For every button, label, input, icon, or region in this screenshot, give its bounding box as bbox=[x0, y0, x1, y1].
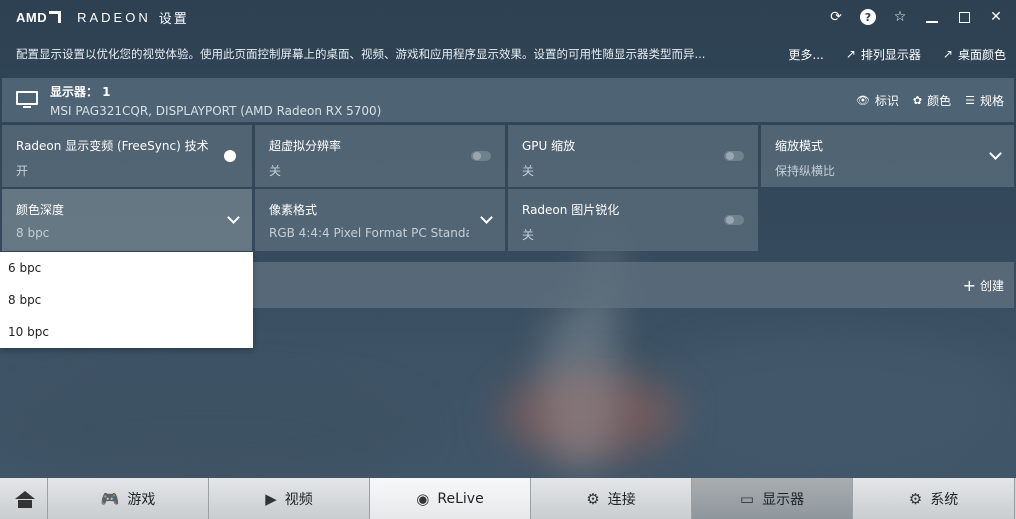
tile-title: 像素格式 bbox=[269, 203, 318, 217]
amd-arrow-icon bbox=[49, 11, 62, 23]
nav-label: 连接 bbox=[607, 491, 636, 508]
freesync-toggle[interactable] bbox=[218, 150, 238, 162]
vsr-toggle[interactable] bbox=[471, 151, 491, 161]
specs-label: 规格 bbox=[979, 93, 1004, 108]
monitor-icon: ▭ bbox=[739, 489, 755, 508]
specs-button[interactable]: ☰ 规格 bbox=[965, 92, 1004, 109]
nav-label: 系统 bbox=[930, 491, 959, 508]
nav-system[interactable]: ⚙ 系统 bbox=[853, 478, 1015, 519]
home-icon bbox=[15, 490, 35, 508]
tile-title: 颜色深度 bbox=[16, 203, 65, 217]
color-depth-dropdown: 6 bpc 8 bpc 10 bpc bbox=[0, 252, 253, 348]
image-sharpening-tile[interactable]: Radeon 图片锐化 关 bbox=[508, 189, 758, 251]
virtual-super-resolution-tile[interactable]: 超虚拟分辨率 关 bbox=[255, 125, 505, 187]
create-button[interactable]: + 创建 bbox=[963, 276, 1004, 295]
nav-relive[interactable]: ◉ ReLive bbox=[370, 478, 531, 519]
dropdown-option[interactable]: 10 bpc bbox=[0, 316, 253, 348]
tile-value: 关 bbox=[522, 228, 535, 242]
identify-label: 标识 bbox=[874, 93, 899, 108]
page-description: 配置显示设置以优化您的视觉体验。使用此页面控制屏幕上的桌面、视频、游戏和应用程序… bbox=[16, 47, 706, 61]
help-icon[interactable]: ? bbox=[860, 9, 876, 25]
tile-value: 保持纵横比 bbox=[775, 164, 836, 178]
share-arrow-icon: ↗ bbox=[942, 47, 953, 61]
freesync-tile[interactable]: Radeon 显示变频 (FreeSync) 技术 开 bbox=[2, 125, 252, 187]
product-label: RADEON bbox=[77, 9, 151, 25]
nav-gaming[interactable]: 🎮 游戏 bbox=[48, 478, 209, 519]
connect-icon: ⚙ bbox=[586, 489, 600, 508]
display-header: 显示器： 1 MSI PAG321CQR, DISPLAYPORT (AMD R… bbox=[2, 78, 1014, 122]
monitor-icon bbox=[16, 91, 40, 109]
dropdown-option[interactable]: 8 bpc bbox=[0, 284, 253, 316]
amd-radeon-logo: AMD RADEON 设置 bbox=[16, 8, 189, 27]
section-label: 设置 bbox=[158, 11, 189, 27]
share-arrow-icon: ↗ bbox=[845, 47, 856, 61]
description-bar: 配置显示设置以优化您的视觉体验。使用此页面控制屏幕上的桌面、视频、游戏和应用程序… bbox=[0, 36, 1016, 72]
refresh-icon[interactable]: ⟳ bbox=[828, 9, 844, 25]
desktop-color-button[interactable]: ↗ 桌面颜色 bbox=[943, 46, 1006, 63]
maximize-button[interactable] bbox=[956, 9, 972, 25]
tile-value: 关 bbox=[522, 164, 535, 178]
tile-value: RGB 4:4:4 Pixel Format PC Standa... bbox=[269, 226, 469, 240]
nav-label: 游戏 bbox=[127, 491, 156, 508]
image-sharpening-toggle[interactable] bbox=[724, 215, 744, 225]
nav-connect[interactable]: ⚙ 连接 bbox=[531, 478, 692, 519]
title-bar: AMD RADEON 设置 ⟳ ? ☆ ✕ bbox=[0, 0, 1016, 34]
nav-video[interactable]: ▶ 视频 bbox=[209, 478, 370, 519]
color-label: 颜色 bbox=[927, 93, 952, 108]
display-title: 显示器： 1 bbox=[50, 84, 111, 99]
tile-value: 开 bbox=[16, 164, 29, 178]
brand-label: AMD bbox=[16, 9, 48, 25]
nav-label: 视频 bbox=[284, 491, 313, 508]
color-circles-icon: ✿ bbox=[912, 93, 923, 107]
star-icon[interactable]: ☆ bbox=[892, 9, 908, 25]
desktop-color-label: 桌面颜色 bbox=[957, 47, 1006, 62]
tile-title: 超虚拟分辨率 bbox=[269, 139, 342, 153]
tile-title: Radeon 图片锐化 bbox=[522, 203, 620, 217]
arrange-displays-button[interactable]: ↗ 排列显示器 bbox=[846, 46, 921, 63]
more-link[interactable]: 更多... bbox=[788, 46, 823, 63]
nav-display[interactable]: ▭ 显示器 bbox=[692, 478, 853, 519]
gpu-scaling-toggle[interactable] bbox=[724, 151, 744, 161]
relive-icon: ◉ bbox=[416, 489, 430, 508]
plus-icon: + bbox=[962, 275, 976, 295]
tile-title: GPU 缩放 bbox=[522, 139, 576, 153]
close-button[interactable]: ✕ bbox=[988, 9, 1004, 25]
home-button[interactable] bbox=[0, 478, 48, 519]
bottom-navigation: 🎮 游戏 ▶ 视频 ◉ ReLive ⚙ 连接 ▭ 显示器 ⚙ 系统 bbox=[0, 478, 1016, 519]
tile-title: Radeon 显示变频 (FreeSync) 技术 bbox=[16, 139, 209, 153]
create-label: 创建 bbox=[979, 278, 1004, 293]
eye-icon: 👁 bbox=[855, 93, 870, 107]
arrange-displays-label: 排列显示器 bbox=[860, 47, 921, 62]
tile-value: 关 bbox=[269, 164, 282, 178]
pixel-format-tile[interactable]: 像素格式 RGB 4:4:4 Pixel Format PC Standa... bbox=[255, 189, 505, 251]
tile-title: 缩放模式 bbox=[775, 139, 824, 153]
color-depth-tile[interactable]: 颜色深度 8 bpc bbox=[2, 189, 252, 251]
scaling-mode-tile[interactable]: 缩放模式 保持纵横比 bbox=[761, 125, 1014, 187]
color-button[interactable]: ✿ 颜色 bbox=[913, 92, 951, 109]
tile-value: 8 bpc bbox=[16, 226, 50, 240]
gear-icon: ⚙ bbox=[908, 489, 923, 508]
gpu-scaling-tile[interactable]: GPU 缩放 关 bbox=[508, 125, 758, 187]
minimize-button[interactable] bbox=[924, 9, 940, 25]
display-subtitle: MSI PAG321CQR, DISPLAYPORT (AMD Radeon R… bbox=[50, 103, 382, 118]
play-icon: ▶ bbox=[265, 489, 277, 508]
gamepad-icon: 🎮 bbox=[100, 489, 120, 508]
nav-label: ReLive bbox=[437, 490, 484, 507]
dropdown-option[interactable]: 6 bpc bbox=[0, 252, 253, 284]
nav-label: 显示器 bbox=[762, 491, 805, 508]
more-label: 更多... bbox=[788, 47, 824, 62]
list-icon: ☰ bbox=[965, 93, 975, 107]
identify-button[interactable]: 👁 标识 bbox=[856, 92, 899, 109]
